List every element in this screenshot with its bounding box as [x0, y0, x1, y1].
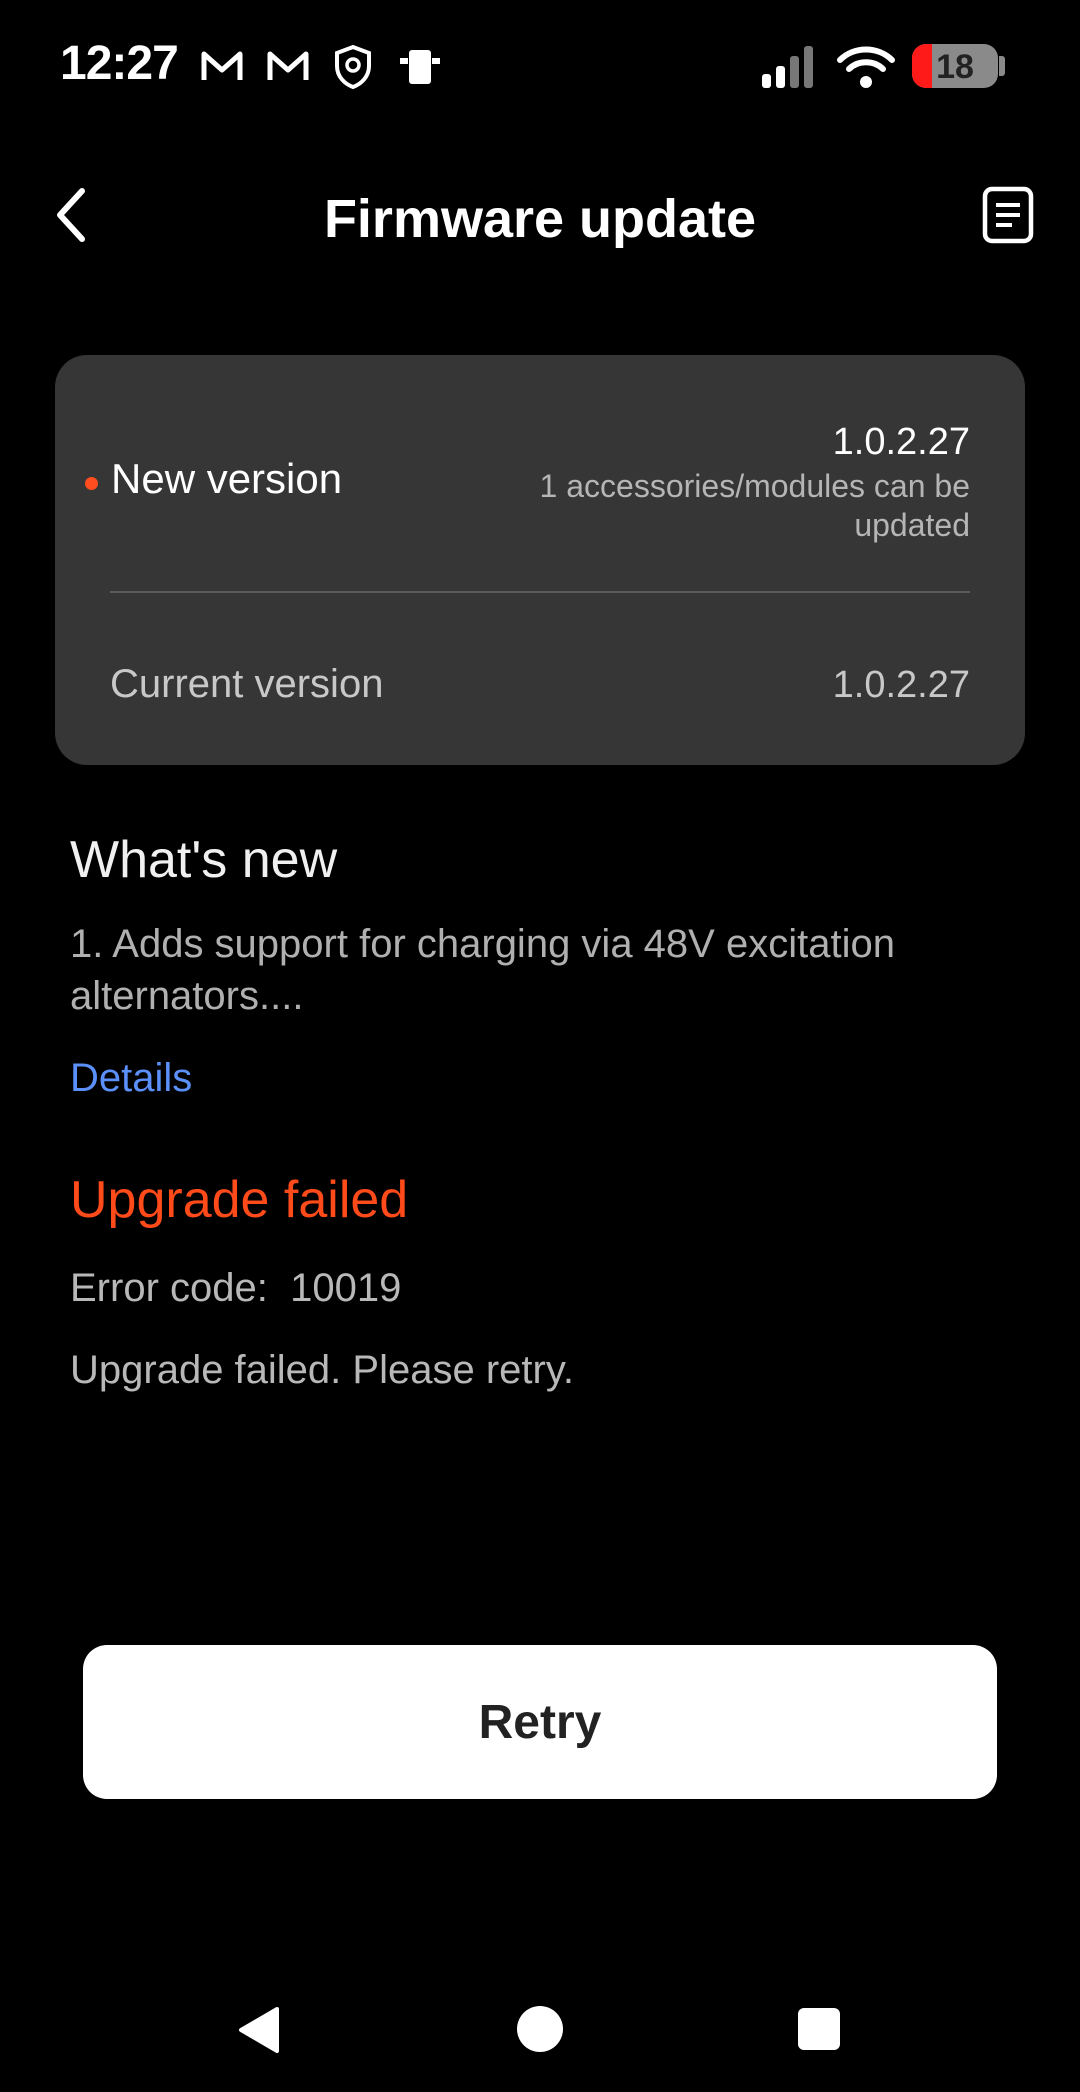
error-message: Upgrade failed. Please retry.: [70, 1348, 574, 1392]
status-time: 12:27: [60, 37, 179, 90]
signal-icon: [762, 46, 813, 88]
whats-new-text: 1. Adds support for charging via 48V exc…: [70, 922, 895, 1018]
battery-icon: 18: [912, 44, 998, 88]
nav-recents-icon[interactable]: [798, 2008, 840, 2050]
details-link[interactable]: Details: [70, 1056, 192, 1101]
status-bar: 12:27 18: [0, 0, 1080, 135]
device-icon: [400, 50, 440, 84]
current-version-value: 1.0.2.27: [832, 664, 970, 706]
document-list-icon: [982, 186, 1034, 244]
error-code-text: Error code: 10019: [70, 1266, 402, 1310]
nav-back-icon[interactable]: [235, 2005, 281, 2055]
retry-button[interactable]: Retry: [83, 1645, 997, 1799]
version-card: New version 1.0.2.27 1 accessories/modul…: [55, 355, 1025, 765]
update-log-button[interactable]: [980, 184, 1038, 246]
app-header: Firmware update: [0, 160, 1080, 270]
shield-icon: [335, 44, 371, 90]
upgrade-failed-heading: Upgrade failed: [70, 1171, 409, 1229]
new-version-value: 1.0.2.27: [832, 421, 970, 463]
divider: [110, 591, 970, 593]
wifi-icon: [837, 46, 895, 88]
new-indicator-dot: [85, 477, 98, 490]
whats-new-heading: What's new: [70, 831, 338, 889]
gmail-icon: [201, 51, 243, 80]
battery-level: 18: [936, 48, 974, 86]
nav-home-icon[interactable]: [517, 2006, 563, 2052]
update-availability-text: 1 accessories/modules can be updated: [539, 468, 970, 543]
current-version-label: Current version: [110, 662, 384, 706]
page-title: Firmware update: [323, 189, 757, 249]
new-version-label: New version: [111, 455, 343, 502]
gmail-icon: [267, 51, 309, 80]
